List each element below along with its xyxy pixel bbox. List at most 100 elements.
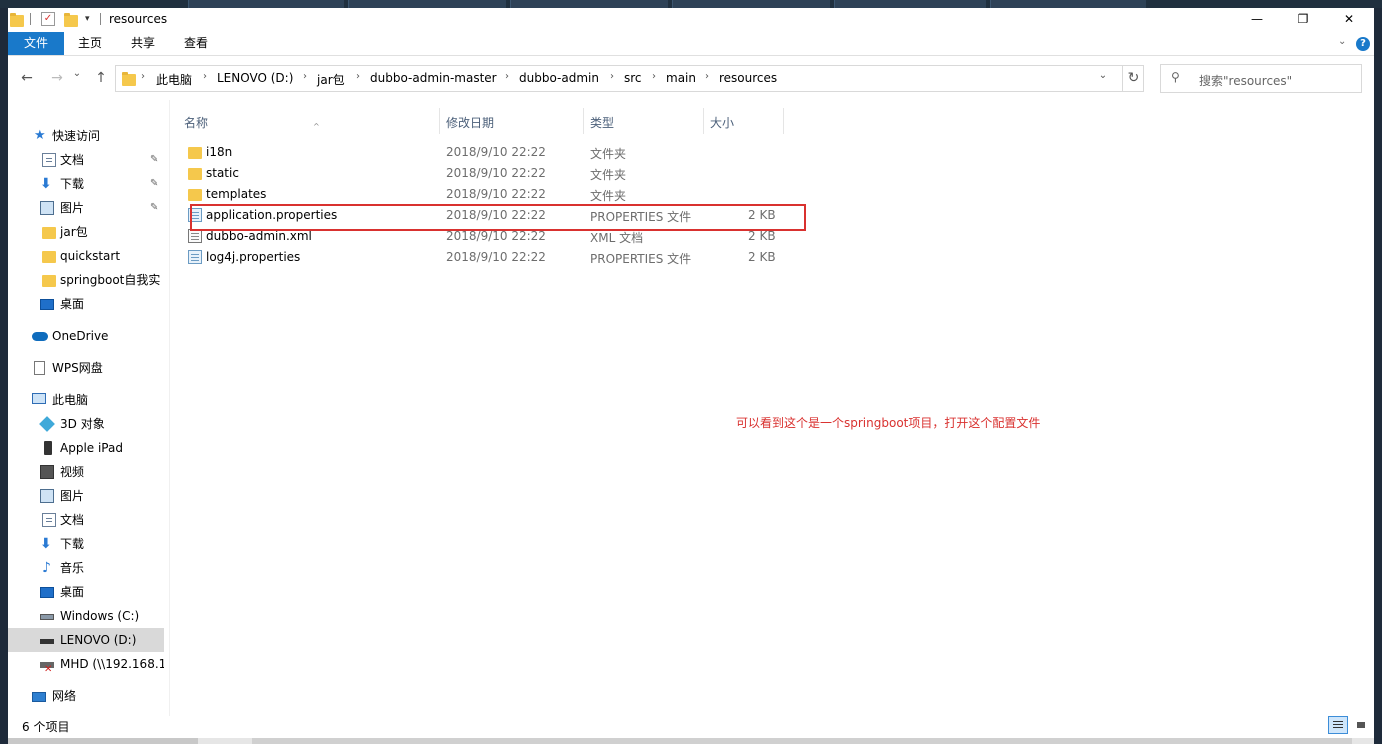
table-row[interactable]: i18n 2018/9/10 22:22 文件夹 — [184, 142, 796, 163]
large-icons-view-button[interactable] — [1352, 716, 1372, 734]
sidebar-item-label: OneDrive — [52, 329, 109, 343]
sidebar-item-wps[interactable]: WPS网盘 — [8, 356, 164, 380]
taskbar-button[interactable] — [348, 0, 506, 8]
sidebar-item-quickstart[interactable]: quickstart — [8, 244, 164, 268]
sidebar-item-label: 下载 — [60, 537, 85, 551]
forward-arrow-icon[interactable]: → — [48, 70, 66, 86]
sidebar-item-pictures[interactable]: 图片 ✎ — [8, 196, 164, 220]
sidebar-item-documents[interactable]: 文档 ✎ — [8, 148, 164, 172]
chevron-right-icon[interactable]: › — [505, 71, 509, 82]
column-header-name[interactable]: 名称 ^ — [178, 108, 440, 134]
sidebar-item-drive-c[interactable]: Windows (C:) — [8, 604, 164, 628]
table-row[interactable]: log4j.properties 2018/9/10 22:22 PROPERT… — [184, 247, 796, 268]
details-view-button[interactable] — [1328, 716, 1348, 734]
horizontal-scrollbar[interactable] — [8, 738, 1374, 744]
sidebar-item-drive-d[interactable]: LENOVO (D:) — [8, 628, 164, 652]
pin-icon[interactable]: ✎ — [150, 196, 158, 220]
properties-check-icon[interactable]: ✓ — [41, 12, 55, 26]
taskbar-button[interactable] — [188, 0, 344, 8]
file-type: PROPERTIES 文件 — [590, 252, 692, 266]
sidebar-item-videos[interactable]: 视频 — [8, 460, 164, 484]
pin-icon[interactable]: ✎ — [150, 148, 158, 172]
sidebar-item-music[interactable]: ♪ 音乐 — [8, 556, 164, 580]
chevron-right-icon[interactable]: › — [610, 71, 614, 82]
refresh-icon[interactable]: ↻ — [1122, 66, 1144, 91]
details-view-icon — [1333, 721, 1343, 722]
tab-home[interactable]: 主页 — [68, 32, 112, 55]
sidebar-item-documents-pc[interactable]: 文档 — [8, 508, 164, 532]
sidebar-item-downloads[interactable]: ⬇ 下载 ✎ — [8, 172, 164, 196]
breadcrumb-item[interactable]: main — [666, 71, 696, 85]
breadcrumb-item[interactable]: LENOVO (D:) — [217, 71, 293, 85]
chevron-right-icon[interactable]: › — [705, 71, 709, 82]
pin-icon[interactable]: ✎ — [150, 172, 158, 196]
up-arrow-icon[interactable]: ↑ — [92, 70, 110, 86]
picture-icon — [40, 201, 54, 215]
chevron-right-icon[interactable]: › — [303, 71, 307, 82]
table-row[interactable]: static 2018/9/10 22:22 文件夹 — [184, 163, 796, 184]
file-type: 文件夹 — [590, 168, 627, 182]
folder-icon — [188, 189, 202, 201]
taskbar-button[interactable] — [990, 0, 1146, 8]
file-date: 2018/9/10 22:22 — [446, 166, 546, 180]
sidebar-item-downloads-pc[interactable]: ⬇ 下载 — [8, 532, 164, 556]
back-arrow-icon[interactable]: ← — [18, 70, 36, 86]
recent-locations-chevron-icon[interactable]: ⌄ — [68, 68, 86, 79]
column-header-date[interactable]: 修改日期 — [440, 108, 584, 134]
breadcrumb-item[interactable]: src — [624, 71, 642, 85]
customize-qat-icon[interactable]: ▾ — [85, 12, 99, 26]
explorer-window: ✓ ▾ resources — ❐ ✕ 文件 主页 共享 查看 ⌄ ? ← → … — [8, 8, 1374, 744]
restore-button[interactable]: ❐ — [1280, 8, 1326, 30]
chevron-right-icon[interactable]: › — [203, 71, 207, 82]
file-type: 文件夹 — [590, 189, 627, 203]
chevron-right-icon[interactable]: › — [141, 71, 145, 82]
breadcrumb-item[interactable]: jar包 — [317, 71, 345, 88]
table-row[interactable]: templates 2018/9/10 22:22 文件夹 — [184, 184, 796, 205]
chevron-right-icon[interactable]: › — [356, 71, 360, 82]
tab-share[interactable]: 共享 — [120, 32, 166, 55]
sidebar-item-network[interactable]: 网络 — [8, 684, 164, 708]
sidebar-item-network-drive[interactable]: MHD (\\192.168.1 — [8, 652, 164, 676]
help-icon[interactable]: ? — [1356, 37, 1370, 51]
column-header-size[interactable]: 大小 — [704, 108, 784, 134]
sidebar-item-desktop-pc[interactable]: 桌面 — [8, 580, 164, 604]
minimize-button[interactable]: — — [1234, 8, 1280, 30]
taskbar-button[interactable] — [672, 0, 830, 8]
address-bar[interactable]: › 此电脑 › LENOVO (D:) › jar包 › dubbo-admin… — [115, 65, 1144, 92]
search-placeholder: 搜索"resources" — [1199, 74, 1293, 88]
taskbar-button[interactable] — [834, 0, 986, 8]
column-header-type[interactable]: 类型 — [584, 108, 704, 134]
scrollbar-thumb[interactable] — [252, 738, 1352, 744]
sidebar-item-ipad[interactable]: Apple iPad — [8, 436, 164, 460]
cloud-icon — [32, 332, 48, 341]
sidebar-item-desktop[interactable]: 桌面 — [8, 292, 164, 316]
sidebar-item-springboot[interactable]: springboot自我实 — [8, 268, 164, 292]
chevron-right-icon[interactable]: › — [652, 71, 656, 82]
chevron-down-icon[interactable]: ⌄ — [1338, 36, 1346, 47]
sidebar-item-quick-access[interactable]: ★ 快速访问 — [8, 124, 164, 148]
new-folder-icon[interactable] — [64, 12, 78, 27]
sidebar-item-pictures-pc[interactable]: 图片 — [8, 484, 164, 508]
taskbar-button[interactable] — [510, 0, 668, 8]
sidebar-item-jar[interactable]: jar包 — [8, 220, 164, 244]
close-button[interactable]: ✕ — [1326, 8, 1372, 30]
xml-file-icon — [188, 229, 202, 243]
file-size: 2 KB — [748, 250, 776, 264]
sidebar-item-onedrive[interactable]: OneDrive — [8, 324, 164, 348]
tab-file[interactable]: 文件 — [8, 32, 64, 55]
breadcrumb-item[interactable]: resources — [719, 71, 777, 85]
sidebar-item-label: 桌面 — [60, 585, 85, 599]
search-box[interactable]: ⚲ 搜索"resources" — [1160, 64, 1362, 93]
breadcrumb-item[interactable]: dubbo-admin — [519, 71, 599, 85]
sort-ascending-icon: ^ — [313, 122, 320, 131]
breadcrumb-item[interactable]: 此电脑 — [156, 71, 192, 88]
breadcrumb-item[interactable]: dubbo-admin-master — [370, 71, 497, 85]
file-size: 2 KB — [748, 229, 776, 243]
scrollbar-track[interactable] — [8, 738, 198, 744]
address-dropdown-chevron-icon[interactable]: ⌄ — [1095, 70, 1111, 81]
wps-icon — [34, 361, 45, 375]
sidebar-item-this-pc[interactable]: 此电脑 — [8, 388, 164, 412]
sidebar-item-3d-objects[interactable]: 3D 对象 — [8, 412, 164, 436]
tab-view[interactable]: 查看 — [174, 32, 218, 55]
sidebar-item-label: 文档 — [60, 513, 85, 527]
